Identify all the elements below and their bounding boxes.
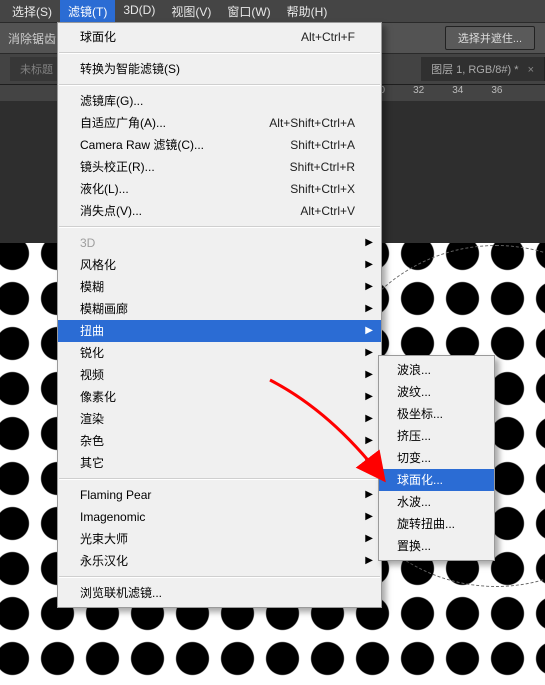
menu-item-other[interactable]: 其它 [58,452,381,474]
menu-item-lens-correction[interactable]: 镜头校正(R)... Shift+Ctrl+R [58,156,381,178]
submenu-item-ripple[interactable]: 波纹... [379,381,494,403]
menu-3d[interactable]: 3D(D) [115,0,163,22]
menu-item-shortcut: Shift+Ctrl+A [290,134,355,156]
menu-item-label: 锐化 [80,342,104,364]
menu-window[interactable]: 窗口(W) [219,0,278,22]
menu-item-label: 3D [80,232,95,254]
close-icon[interactable]: × [528,64,534,76]
menu-select[interactable]: 选择(S) [4,0,60,22]
tab-title-fragment: 图层 1, RGB/8#) * [431,64,518,76]
menu-item-label: 消失点(V)... [80,200,142,222]
menu-item-liquify[interactable]: 液化(L)... Shift+Ctrl+X [58,178,381,200]
menu-item-camera-raw[interactable]: Camera Raw 滤镜(C)... Shift+Ctrl+A [58,134,381,156]
tab-doc-left[interactable]: 未标题 [10,57,64,81]
menu-item-label: 浏览联机滤镜... [80,582,162,604]
menu-item-label: 像素化 [80,386,116,408]
menu-item-shortcut: Shift+Ctrl+X [290,178,355,200]
menu-item-pixelate[interactable]: 像素化 [58,386,381,408]
menu-view[interactable]: 视图(V) [163,0,219,22]
menu-item-label: 模糊 [80,276,104,298]
menu-item-label: 永乐汉化 [80,550,128,572]
distort-submenu: 波浪... 波纹... 极坐标... 挤压... 切变... 球面化... 水波… [378,355,495,561]
menu-item-render[interactable]: 渲染 [58,408,381,430]
submenu-item-polar[interactable]: 极坐标... [379,403,494,425]
menu-filter[interactable]: 滤镜(T) [60,0,115,22]
menu-item-label: 液化(L)... [80,178,129,200]
menu-item-label: 渲染 [80,408,104,430]
menu-item-label: 转换为智能滤镜(S) [80,58,180,80]
menu-item-stylize[interactable]: 风格化 [58,254,381,276]
menu-item-convert-smart[interactable]: 转换为智能滤镜(S) [58,58,381,80]
menu-item-label: 镜头校正(R)... [80,156,155,178]
menu-item-filter-gallery[interactable]: 滤镜库(G)... [58,90,381,112]
select-and-mask-button[interactable]: 选择并遮住... [445,26,535,50]
menu-item-label: 光束大师 [80,528,128,550]
menu-item-adaptive-wide[interactable]: 自适应广角(A)... Alt+Shift+Ctrl+A [58,112,381,134]
submenu-item-shear[interactable]: 切变... [379,447,494,469]
menu-item-3d: 3D [58,232,381,254]
submenu-item-pinch[interactable]: 挤压... [379,425,494,447]
menu-item-label: 模糊画廊 [80,298,128,320]
menu-item-imagenomic[interactable]: Imagenomic [58,506,381,528]
submenu-item-displace[interactable]: 置换... [379,535,494,557]
menu-item-blur-gallery[interactable]: 模糊画廊 [58,298,381,320]
separator [59,52,380,54]
menu-item-label: Flaming Pear [80,484,151,506]
separator [59,226,380,228]
menu-item-label: Imagenomic [80,506,145,528]
options-fragment: 消除锯齿 [8,30,56,47]
menu-item-label: 滤镜库(G)... [80,90,143,112]
submenu-item-twirl[interactable]: 旋转扭曲... [379,513,494,535]
menu-item-last-filter[interactable]: 球面化 Alt+Ctrl+F [58,26,381,48]
tab-doc-right[interactable]: 图层 1, RGB/8#) * × [421,57,545,81]
menu-item-flaming-pear[interactable]: Flaming Pear [58,484,381,506]
menubar: 选择(S) 滤镜(T) 3D(D) 视图(V) 窗口(W) 帮助(H) [0,0,545,23]
menu-item-label: 视频 [80,364,104,386]
menu-item-label: 扭曲 [80,320,104,342]
menu-item-shortcut: Alt+Shift+Ctrl+A [269,112,355,134]
menu-item-vanishing-point[interactable]: 消失点(V)... Alt+Ctrl+V [58,200,381,222]
submenu-item-wave[interactable]: 波浪... [379,359,494,381]
menu-item-noise[interactable]: 杂色 [58,430,381,452]
menu-item-blur[interactable]: 模糊 [58,276,381,298]
submenu-item-zigzag[interactable]: 水波... [379,491,494,513]
menu-item-label: 球面化 [80,26,116,48]
menu-item-sharpen[interactable]: 锐化 [58,342,381,364]
separator [59,84,380,86]
menu-item-shortcut: Alt+Ctrl+V [300,200,355,222]
menu-help[interactable]: 帮助(H) [279,0,336,22]
menu-item-label: 风格化 [80,254,116,276]
filter-menu: 球面化 Alt+Ctrl+F 转换为智能滤镜(S) 滤镜库(G)... 自适应广… [57,22,382,608]
menu-item-label: 自适应广角(A)... [80,112,166,134]
menu-item-label: Camera Raw 滤镜(C)... [80,134,204,156]
menu-item-label: 其它 [80,452,104,474]
menu-item-label: 杂色 [80,430,104,452]
separator [59,576,380,578]
submenu-item-spherize[interactable]: 球面化... [379,469,494,491]
menu-item-shortcut: Alt+Ctrl+F [301,26,355,48]
menu-item-video[interactable]: 视频 [58,364,381,386]
menu-item-knoll[interactable]: 光束大师 [58,528,381,550]
menu-item-yongle[interactable]: 永乐汉化 [58,550,381,572]
separator [59,478,380,480]
menu-item-browse-online[interactable]: 浏览联机滤镜... [58,582,381,604]
menu-item-distort[interactable]: 扭曲 [58,320,381,342]
menu-item-shortcut: Shift+Ctrl+R [290,156,355,178]
